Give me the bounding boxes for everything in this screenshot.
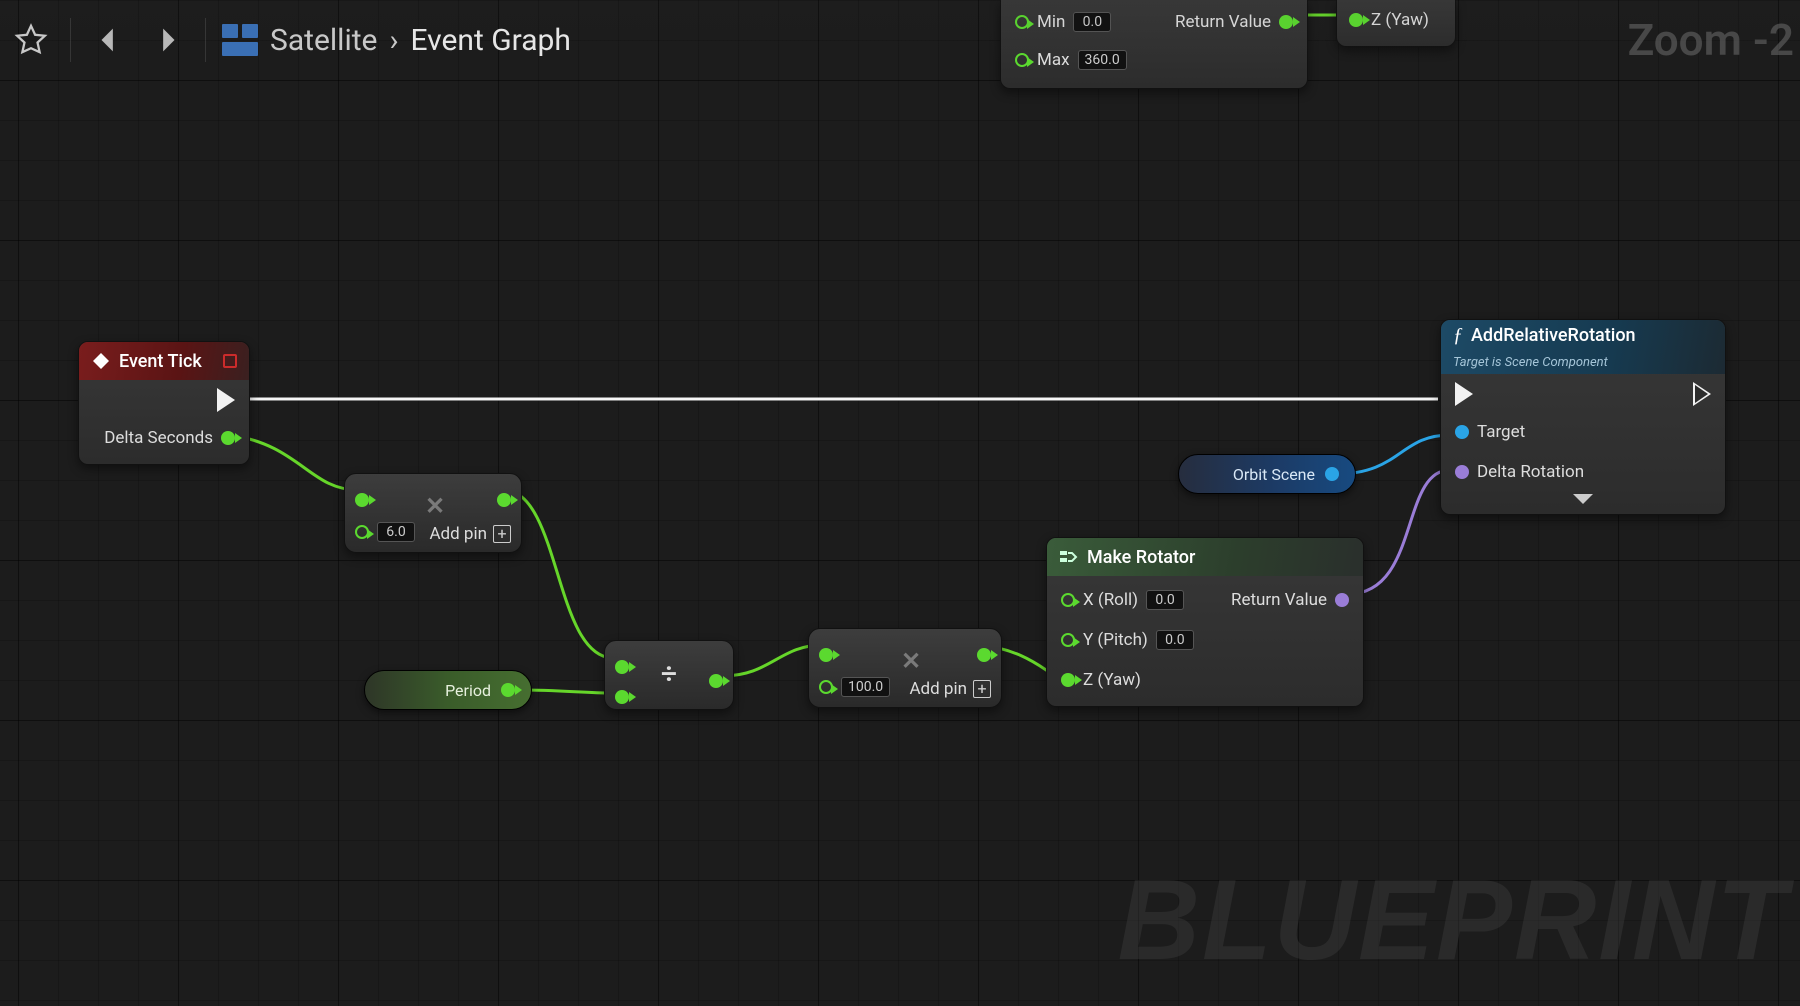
exec-out-pin[interactable] bbox=[1693, 382, 1711, 406]
mult-out-icon[interactable] bbox=[497, 493, 511, 507]
function-icon: ƒ bbox=[1453, 324, 1463, 347]
mult-in-a-icon[interactable] bbox=[355, 493, 369, 507]
delta-seconds-pin-icon[interactable] bbox=[221, 431, 235, 445]
event-badge-icon bbox=[223, 354, 237, 368]
star-icon bbox=[14, 23, 48, 57]
mult2-add-pin[interactable]: Add pin+ bbox=[909, 679, 991, 699]
x-roll-value[interactable]: 0.0 bbox=[1146, 590, 1184, 610]
separator bbox=[205, 18, 206, 62]
orbit-scene-label: Orbit Scene bbox=[1233, 465, 1315, 484]
div-in-a-icon[interactable] bbox=[615, 660, 629, 674]
mult-in-b-icon[interactable] bbox=[355, 525, 369, 539]
breadcrumb: Satellite › Event Graph bbox=[222, 23, 571, 58]
mult2-out-icon[interactable] bbox=[977, 648, 991, 662]
expand-icon[interactable] bbox=[1573, 494, 1593, 504]
return-value-label: Return Value bbox=[1231, 590, 1327, 610]
return-value-pin-icon[interactable] bbox=[1335, 593, 1349, 607]
favorite-button[interactable] bbox=[8, 17, 54, 63]
multiply-symbol-icon: ✕ bbox=[425, 492, 445, 520]
orbit-scene-pin-icon[interactable] bbox=[1325, 467, 1339, 481]
period-pin-icon[interactable] bbox=[501, 683, 515, 697]
add-rel-title: AddRelativeRotation bbox=[1471, 325, 1636, 346]
breadcrumb-parent[interactable]: Satellite bbox=[270, 23, 377, 58]
exec-in-pin[interactable] bbox=[1455, 382, 1473, 406]
y-pitch-label: Y (Pitch) bbox=[1083, 630, 1148, 650]
orbit-scene-variable[interactable]: Orbit Scene bbox=[1178, 454, 1356, 494]
add-relative-rotation-node[interactable]: ƒ AddRelativeRotation Target is Scene Co… bbox=[1440, 319, 1726, 515]
z-yaw-label: Z (Yaw) bbox=[1083, 670, 1141, 690]
event-tick-title: Event Tick bbox=[119, 351, 202, 372]
mult-add-pin[interactable]: Add pin+ bbox=[429, 524, 511, 544]
delta-seconds-label: Delta Seconds bbox=[104, 428, 213, 448]
exec-out-pin[interactable] bbox=[217, 388, 235, 412]
div-in-b-icon[interactable] bbox=[615, 690, 629, 704]
y-pitch-pin-icon[interactable] bbox=[1061, 633, 1075, 647]
event-tick-node[interactable]: Event Tick Delta Seconds bbox=[78, 341, 250, 465]
y-pitch-value[interactable]: 0.0 bbox=[1156, 630, 1194, 650]
mult2-value[interactable]: 100.0 bbox=[841, 677, 890, 697]
zoom-indicator: Zoom -2 bbox=[1628, 14, 1794, 66]
target-pin-icon[interactable] bbox=[1455, 425, 1469, 439]
delta-rotation-label: Delta Rotation bbox=[1477, 462, 1584, 482]
make-icon bbox=[1059, 548, 1079, 566]
x-roll-pin-icon[interactable] bbox=[1061, 593, 1075, 607]
arrow-left-icon bbox=[93, 23, 127, 57]
add-rel-subtitle: Target is Scene Component bbox=[1453, 355, 1608, 370]
divide-symbol-icon: ÷ bbox=[661, 657, 677, 690]
mult-value[interactable]: 6.0 bbox=[377, 522, 415, 542]
multiply2-node[interactable]: ✕ 100.0 Add pin+ bbox=[808, 628, 1002, 708]
blueprint-watermark: BLUEPRINT bbox=[1118, 855, 1788, 986]
chevron-right-icon: › bbox=[389, 23, 398, 58]
mult2-in-a-icon[interactable] bbox=[819, 648, 833, 662]
z-yaw-pin-icon[interactable] bbox=[1061, 673, 1075, 687]
blueprint-icon bbox=[222, 24, 258, 56]
make-rotator-title: Make Rotator bbox=[1087, 547, 1195, 568]
div-out-icon[interactable] bbox=[709, 674, 723, 688]
back-button[interactable] bbox=[87, 17, 133, 63]
breadcrumb-current[interactable]: Event Graph bbox=[410, 23, 570, 58]
plus-icon: + bbox=[973, 680, 991, 698]
multiply-node[interactable]: ✕ 6.0 Add pin+ bbox=[344, 473, 522, 553]
period-variable[interactable]: Period bbox=[364, 670, 532, 710]
target-label: Target bbox=[1477, 422, 1525, 442]
plus-icon: + bbox=[493, 525, 511, 543]
mult2-in-b-icon[interactable] bbox=[819, 680, 833, 694]
make-rotator-node[interactable]: Make Rotator X (Roll) 0.0 Return Value Y … bbox=[1046, 537, 1364, 707]
separator bbox=[70, 18, 71, 62]
multiply2-symbol-icon: ✕ bbox=[901, 647, 921, 675]
delta-rotation-pin-icon[interactable] bbox=[1455, 465, 1469, 479]
toolbar: Satellite › Event Graph bbox=[0, 0, 1800, 80]
period-label: Period bbox=[445, 681, 491, 700]
forward-button[interactable] bbox=[143, 17, 189, 63]
arrow-right-icon bbox=[149, 23, 183, 57]
event-icon bbox=[91, 351, 111, 371]
x-roll-label: X (Roll) bbox=[1083, 590, 1138, 610]
divide-node[interactable]: ÷ bbox=[604, 640, 734, 710]
